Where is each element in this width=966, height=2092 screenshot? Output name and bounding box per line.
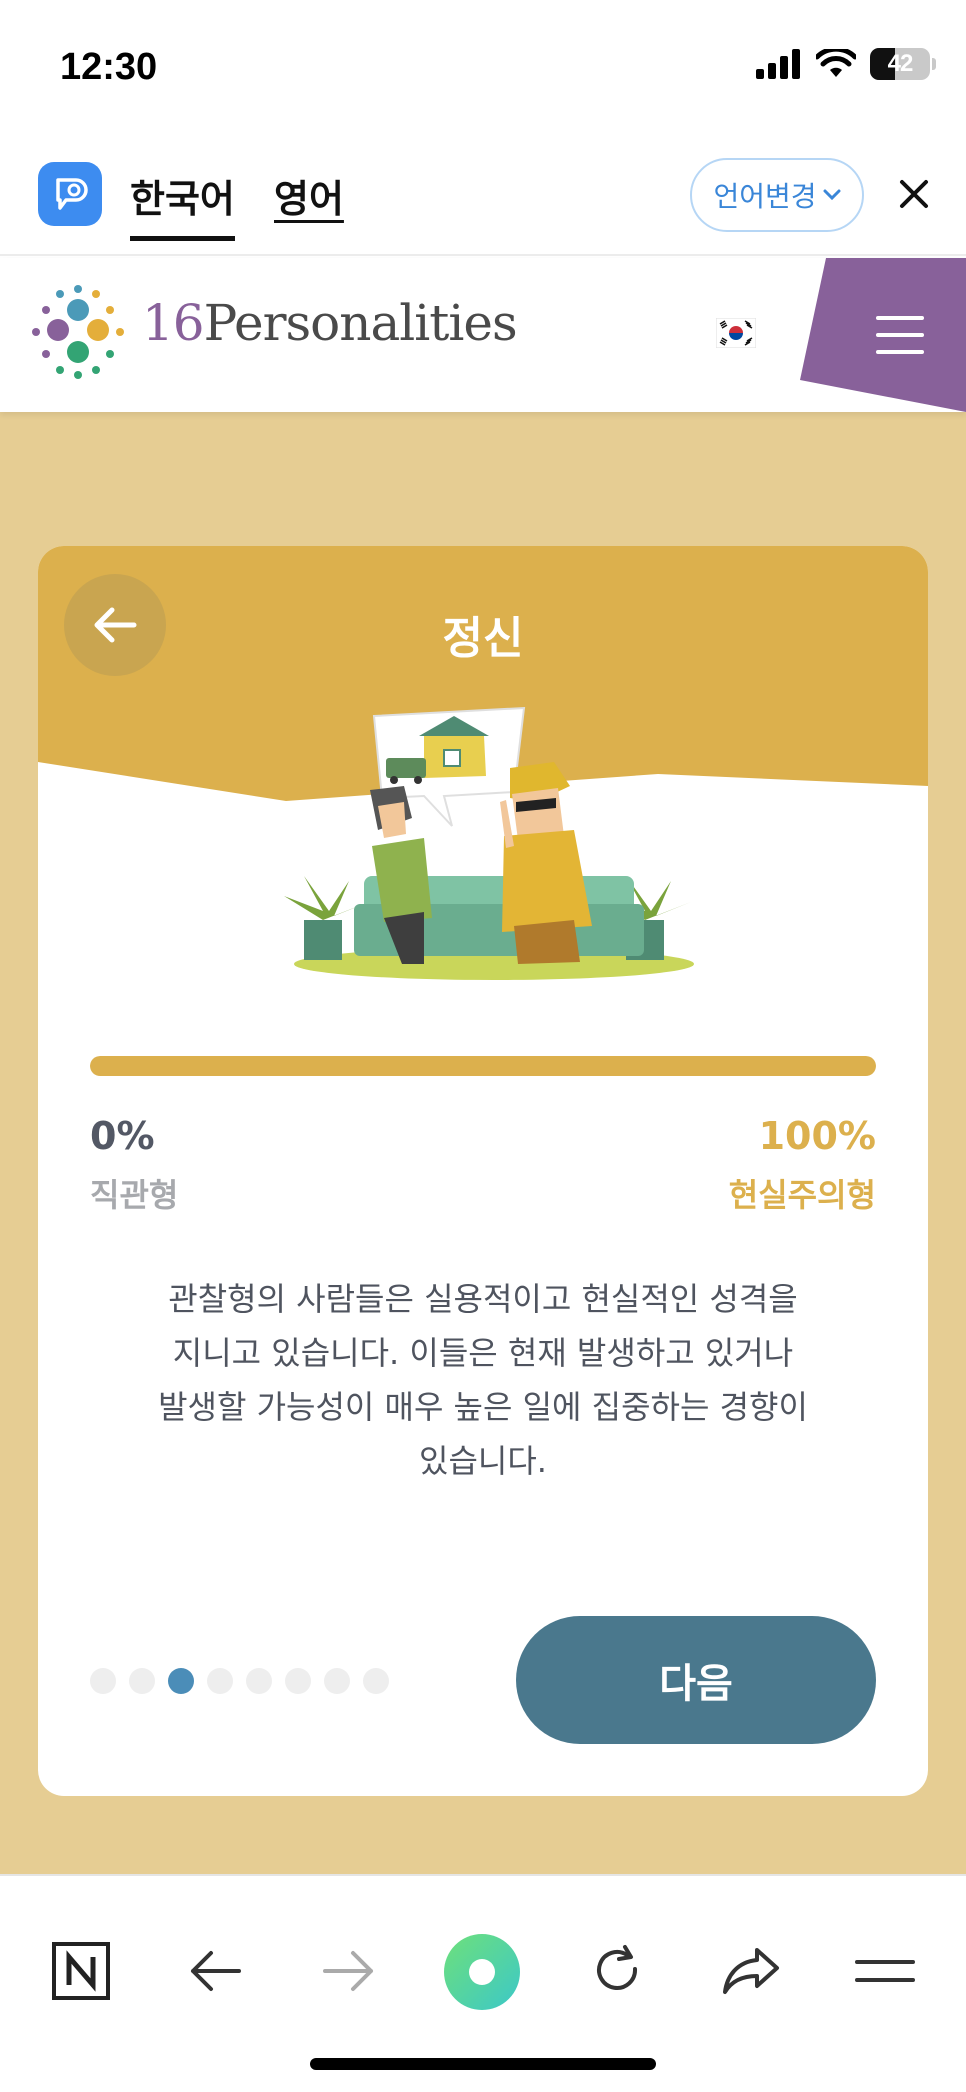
pagination-dots — [90, 1668, 389, 1694]
hamburger-menu-icon[interactable] — [876, 316, 924, 354]
wifi-icon — [816, 49, 856, 77]
back-arrow-icon[interactable] — [180, 1936, 250, 2006]
logo-dots-icon[interactable] — [28, 282, 128, 382]
status-time: 12:30 — [60, 46, 158, 88]
status-icons: 42 — [756, 48, 936, 80]
green-dot-icon[interactable] — [442, 1932, 522, 2012]
progress-fill — [90, 1056, 876, 1076]
language-change-label: 언어변경 — [713, 180, 817, 213]
description-line: 발생할 가능성이 매우 높은 일에 집중하는 경향이 — [158, 1388, 808, 1426]
logo-number: 16 — [142, 294, 205, 352]
pagination-dot — [129, 1668, 155, 1694]
left-label: 직관형 — [90, 1176, 179, 1214]
pagination-dot — [324, 1668, 350, 1694]
share-icon[interactable] — [716, 1936, 786, 2006]
papago-icon[interactable] — [38, 162, 102, 226]
pagination-dot-active — [168, 1668, 194, 1694]
translate-bar: 한국어 영어 언어변경 — [0, 140, 966, 256]
site-logo[interactable]: 16Personalities — [142, 294, 518, 352]
battery-level: 42 — [887, 50, 914, 77]
language-change-button[interactable]: 언어변경 — [690, 158, 864, 232]
battery-icon: 42 — [870, 48, 930, 80]
close-icon[interactable] — [894, 174, 934, 214]
progress-bar — [90, 1056, 876, 1076]
logo-word: Personalities — [203, 294, 518, 352]
battery-tip — [932, 58, 936, 70]
pagination-dot — [285, 1668, 311, 1694]
left-percent: 0% — [90, 1114, 155, 1158]
description-line: 있습니다. — [419, 1442, 547, 1480]
pagination-dot — [246, 1668, 272, 1694]
chevron-down-icon — [823, 189, 841, 201]
status-bar: 12:30 42 — [0, 0, 966, 140]
pagination-dot — [207, 1668, 233, 1694]
menu-icon[interactable] — [850, 1936, 920, 2006]
tab-english[interactable]: 영어 — [274, 168, 344, 223]
signal-icon — [756, 49, 800, 79]
couple-illustration — [284, 706, 694, 980]
site-header: 16Personalities — [0, 258, 966, 412]
korea-flag-icon[interactable] — [716, 318, 756, 348]
next-button[interactable]: 다음 — [516, 1616, 876, 1744]
description-line: 관찰형의 사람들은 실용적이고 현실적인 성격을 — [168, 1280, 798, 1318]
browser-toolbar — [0, 1874, 966, 2092]
pagination-dot — [90, 1668, 116, 1694]
naver-icon[interactable] — [46, 1936, 116, 2006]
trait-description: 관찰형의 사람들은 실용적이고 현실적인 성격을 지니고 있습니다. 이들은 현… — [108, 1272, 858, 1488]
description-line: 지니고 있습니다. 이들은 현재 발생하고 있거나 — [172, 1334, 794, 1372]
right-percent: 100% — [758, 1114, 876, 1158]
right-label: 현실주의형 — [728, 1176, 876, 1214]
tab-korean[interactable]: 한국어 — [130, 168, 235, 241]
home-indicator — [310, 2058, 656, 2070]
question-card: 정신 0% 직관형 100% 현실주의형 관찰형의 사람들은 실용적이고 현실적… — [38, 546, 928, 1796]
card-title: 정신 — [442, 613, 524, 664]
pagination-dot — [363, 1668, 389, 1694]
forward-arrow-icon[interactable] — [314, 1936, 384, 2006]
refresh-icon[interactable] — [582, 1936, 652, 2006]
